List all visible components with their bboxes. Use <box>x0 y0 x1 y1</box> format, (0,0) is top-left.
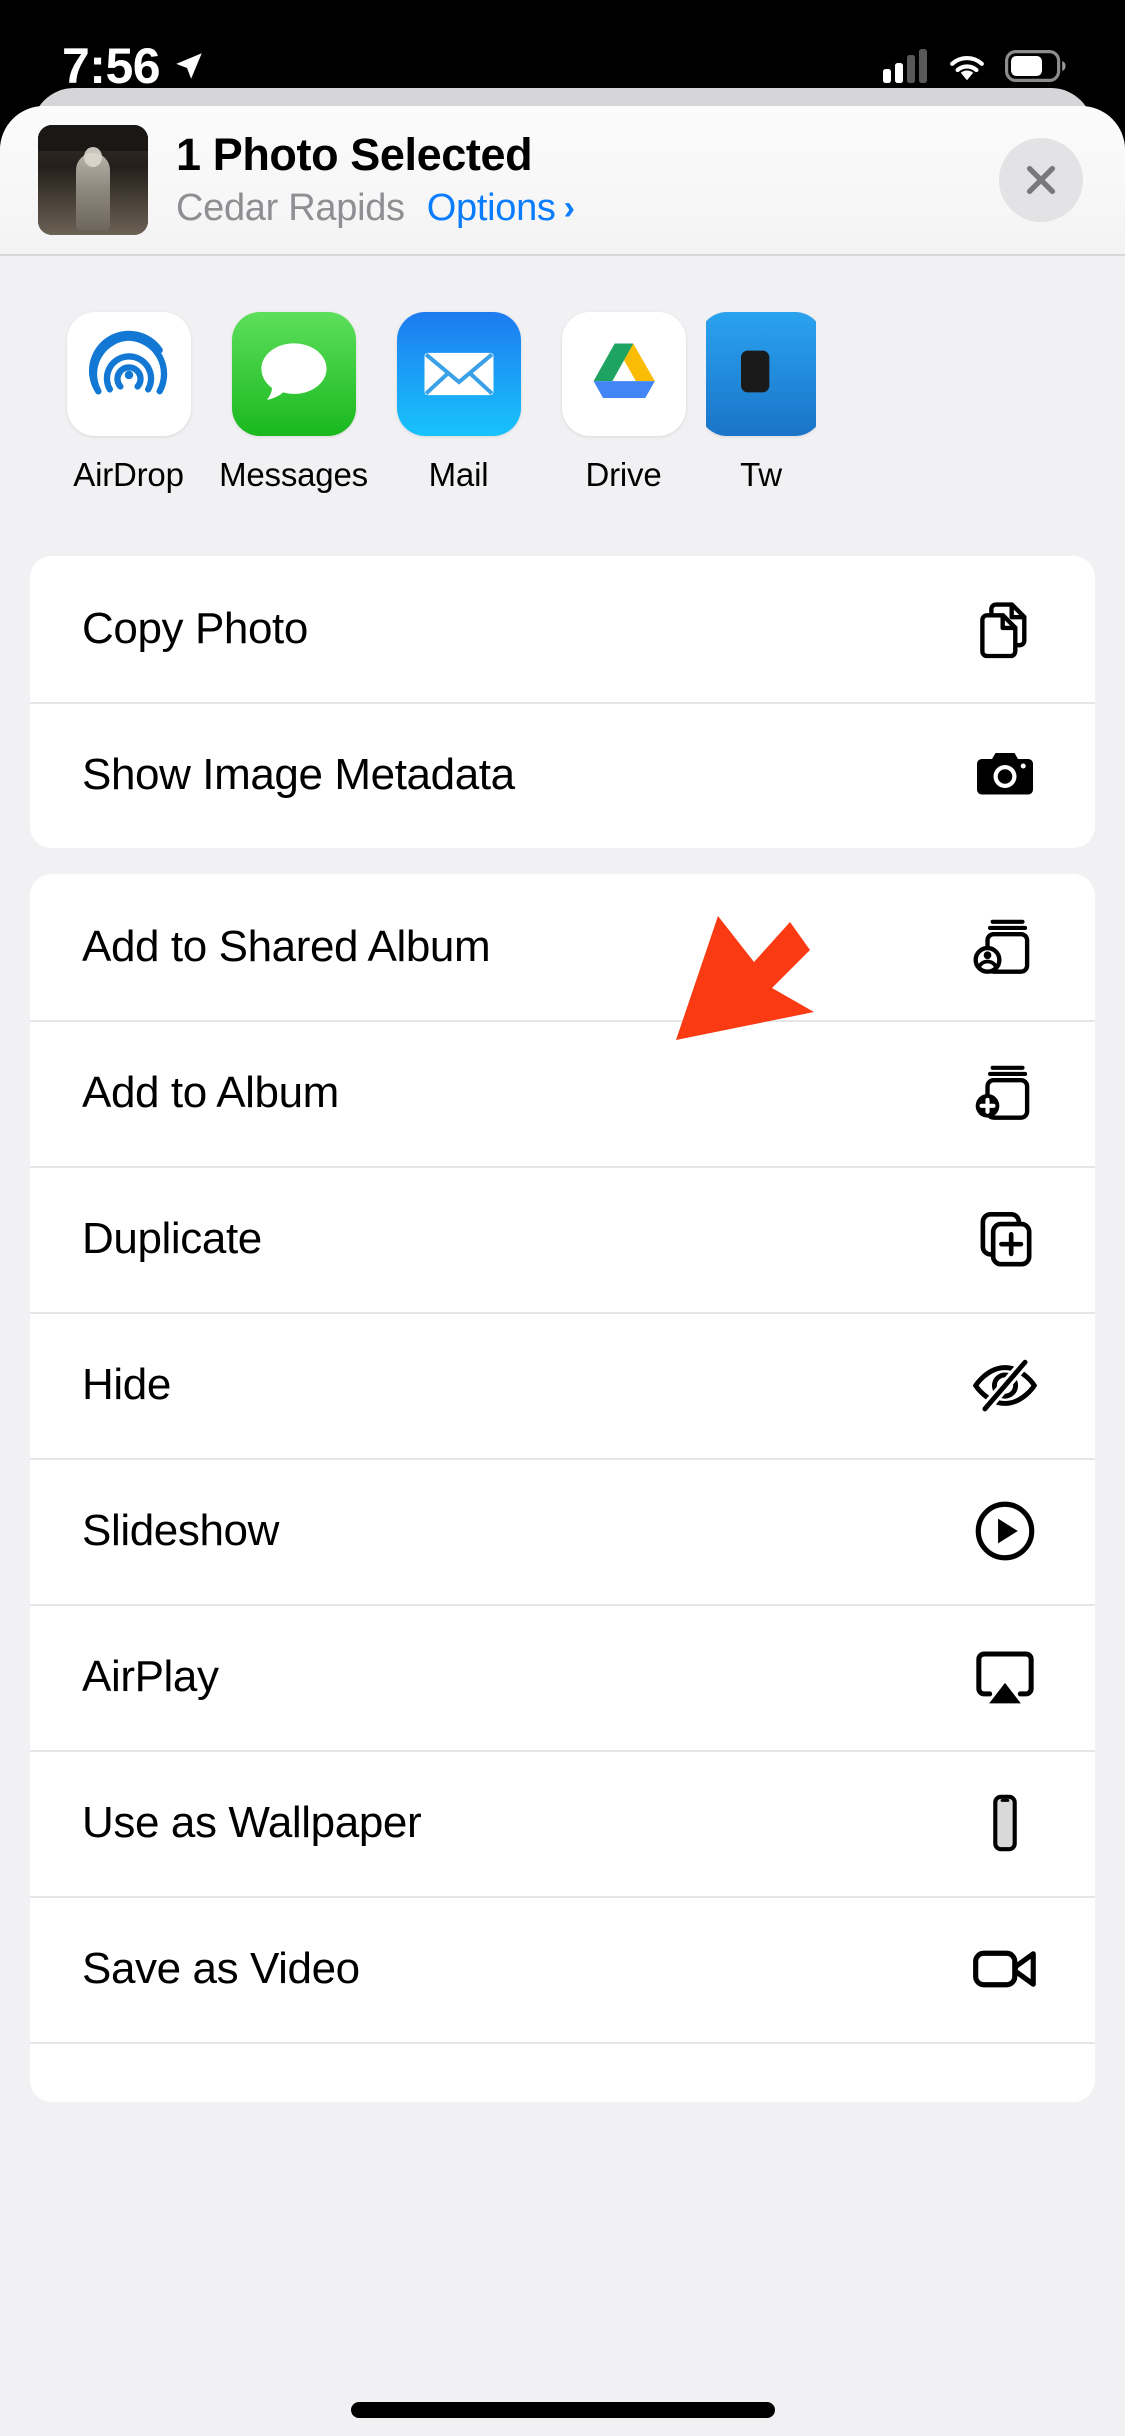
clock-time: 7:56 <box>62 38 161 94</box>
share-target-drive[interactable]: Drive <box>541 312 706 494</box>
eye-slash-icon <box>963 1343 1047 1427</box>
action-group-1: Copy Photo Show Image Metadata <box>30 556 1095 848</box>
action-row-copy-photo[interactable]: Copy Photo <box>30 556 1095 702</box>
options-link[interactable]: Options › <box>427 187 575 230</box>
location-arrow-icon <box>176 53 202 79</box>
action-row-save-as-video[interactable]: Save as Video <box>30 1896 1095 2042</box>
action-row-clipped[interactable] <box>30 2042 1095 2102</box>
app-label: Drive <box>585 456 662 493</box>
add-album-plus-icon <box>963 1051 1047 1135</box>
action-label: Duplicate <box>82 1214 262 1263</box>
status-bar: 7:56 <box>0 0 1125 132</box>
play-circle-icon <box>963 1489 1047 1573</box>
battery-icon <box>1005 50 1066 82</box>
copy-documents-icon <box>963 587 1047 671</box>
app-label: Tw <box>740 456 782 493</box>
duplicate-squares-plus-icon <box>963 1197 1047 1281</box>
app-label: Messages <box>219 456 368 493</box>
page-title: 1 Photo Selected <box>176 129 533 181</box>
google-drive-icon <box>561 312 686 436</box>
share-sheet: 1 Photo Selected Cedar Rapids Options › <box>0 106 1125 2436</box>
video-camera-icon <box>963 1927 1047 2011</box>
status-bar-right <box>883 49 1067 83</box>
action-label: Hide <box>82 1360 171 1409</box>
share-target-messages[interactable]: Messages <box>211 312 376 494</box>
photo-thumbnail[interactable] <box>38 125 148 235</box>
camera-icon <box>963 733 1047 817</box>
photo-location-label: Cedar Rapids <box>176 186 405 229</box>
action-label: Copy Photo <box>82 604 308 653</box>
action-row-add-to-album[interactable]: Add to Album <box>30 1020 1095 1166</box>
action-label: Slideshow <box>82 1506 279 1555</box>
action-label: Use as Wallpaper <box>82 1798 422 1847</box>
app-label: AirDrop <box>73 456 184 493</box>
messages-icon <box>231 312 356 436</box>
airdrop-icon <box>66 312 191 436</box>
action-label: AirPlay <box>82 1652 219 1701</box>
close-button[interactable] <box>999 138 1083 222</box>
iphone-icon <box>963 1781 1047 1865</box>
shared-album-person-icon <box>963 905 1047 989</box>
action-row-hide[interactable]: Hide <box>30 1312 1095 1458</box>
airplay-icon <box>963 1635 1047 1719</box>
header-subtitle-row: Cedar Rapids Options › <box>176 187 999 230</box>
share-target-airdrop[interactable]: AirDrop <box>46 312 211 494</box>
app-share-targets-row[interactable]: AirDrop Messages Mail Drive Tw <box>0 256 1125 534</box>
action-label: Add to Shared Album <box>82 922 491 971</box>
action-row-airplay[interactable]: AirPlay <box>30 1604 1095 1750</box>
status-bar-left: 7:56 <box>62 37 206 95</box>
clipped-row-icon <box>963 2052 1047 2102</box>
action-group-2: Add to Shared Album Add to Album Duplica… <box>30 874 1095 2102</box>
share-target-twitter[interactable]: Tw <box>706 312 816 494</box>
close-icon <box>1026 165 1056 195</box>
action-row-add-to-shared-album[interactable]: Add to Shared Album <box>30 874 1095 1020</box>
chevron-right-icon: › <box>563 188 575 227</box>
wifi-icon <box>950 56 984 81</box>
app-label: Mail <box>428 456 489 493</box>
action-row-slideshow[interactable]: Slideshow <box>30 1458 1095 1604</box>
action-row-use-as-wallpaper[interactable]: Use as Wallpaper <box>30 1750 1095 1896</box>
action-label: Show Image Metadata <box>82 750 515 799</box>
options-label: Options <box>426 186 556 229</box>
share-target-mail[interactable]: Mail <box>376 312 541 494</box>
iphone-screen: 7:56 1 Photo Selected Cedar Rapids Optio… <box>0 0 1125 2436</box>
home-indicator <box>350 2402 775 2418</box>
mail-icon <box>396 312 521 436</box>
action-label: Add to Album <box>82 1068 339 1117</box>
action-row-duplicate[interactable]: Duplicate <box>30 1166 1095 1312</box>
header-text-block: 1 Photo Selected Cedar Rapids Options › <box>176 130 999 230</box>
cellular-signal-icon <box>883 49 927 83</box>
twitter-icon <box>706 312 816 436</box>
action-row-show-image-metadata[interactable]: Show Image Metadata <box>30 702 1095 848</box>
action-label: Save as Video <box>82 1944 360 1993</box>
